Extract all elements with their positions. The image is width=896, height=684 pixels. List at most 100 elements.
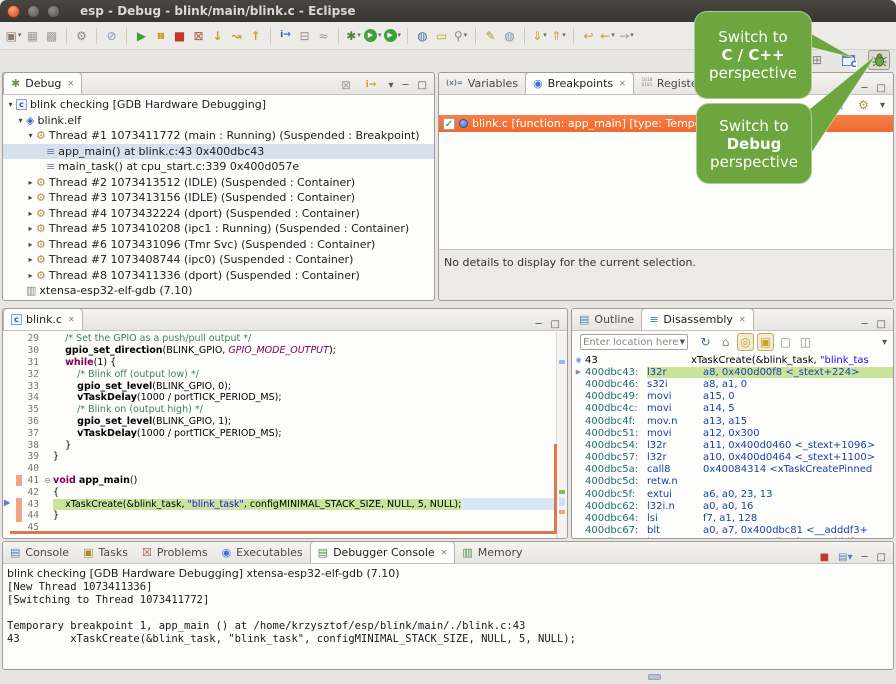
debug-tree-item[interactable]: ▾cblink checking [GDB Hardware Debugging…	[3, 97, 434, 113]
code-line[interactable]: 41⊖void app_main()	[3, 475, 567, 487]
tab-variables[interactable]: (x)= Variables	[439, 72, 525, 94]
window-minimize-button[interactable]	[27, 5, 40, 18]
code-line[interactable]: 37 vTaskDelay(1000 / portTICK_PERIOD_MS)…	[3, 427, 567, 439]
minimize-view-icon[interactable]: ─	[403, 80, 409, 91]
debug-tree-item[interactable]: ▾⚙Thread #1 1073411772 (main : Running) …	[3, 128, 434, 144]
code-line[interactable]: 35 /* Blink on (output high) */	[3, 404, 567, 416]
breakpoint-row[interactable]: ✓ blink.c [function: app_main] [type: Te…	[439, 115, 893, 132]
disassembly-row[interactable]: 400dbc5d:retw.n	[572, 476, 893, 488]
debug-tree-item[interactable]: ▸⚙Thread #7 1073408744 (ipc0) (Suspended…	[3, 252, 434, 268]
debug-tree-item[interactable]: ▸⚙Thread #8 1073411336 (dport) (Suspende…	[3, 268, 434, 284]
run-launch-icon[interactable]: ▶▾	[364, 27, 382, 45]
disassembly-row[interactable]: 400dbc57:l32ra10, 0x400d0464 <_stext+110…	[572, 452, 893, 464]
code-line[interactable]: 45	[3, 522, 567, 534]
debug-tree-item[interactable]: ▥xtensa-esp32-elf-gdb (7.10)	[3, 283, 434, 299]
editor-ruler[interactable]	[3, 357, 16, 369]
disassembly-row[interactable]: 400dbc54:l32ra11, 0x400d0460 <_stext+109…	[572, 439, 893, 451]
remove-terminated-icon[interactable]: ⊠	[337, 76, 354, 94]
code-line[interactable]: 39}	[3, 451, 567, 463]
code-line[interactable]: 44}	[3, 510, 567, 522]
save-all-icon[interactable]: ▩	[43, 27, 60, 45]
debug-tree-item[interactable]: ▾◈blink.elf	[3, 113, 434, 129]
code-line[interactable]: 40	[3, 463, 567, 475]
new-disassembly-view-icon[interactable]: ▢	[777, 333, 794, 351]
expand-arrow-icon[interactable]: ▸	[26, 178, 35, 187]
close-icon[interactable]: ✕	[67, 79, 74, 88]
instruction-toggle-icon[interactable]: i→	[362, 76, 379, 94]
disassembly-content[interactable]: ◉43xTaskCreate(&blink_task, "blink_tas▶4…	[572, 353, 893, 539]
editor-ruler[interactable]	[3, 510, 16, 522]
expand-arrow-icon[interactable]: ▾	[6, 100, 15, 109]
disconnect-icon[interactable]: ⊠	[190, 27, 207, 45]
tab-executables[interactable]: ◉Executables	[215, 541, 310, 563]
disassembly-row[interactable]: ▶400dbc43:l32ra8, 0x400d00f8 <_stext+224…	[572, 366, 893, 378]
step-into-icon[interactable]: ↓	[209, 27, 226, 45]
maximize-view-icon[interactable]: □	[551, 319, 560, 330]
view-menu-icon[interactable]: ▾	[882, 337, 893, 348]
tab-blink-c[interactable]: c blink.c ✕	[3, 308, 83, 330]
next-annotation-icon[interactable]: ⇓▾	[531, 27, 548, 45]
maximize-view-icon[interactable]: □	[877, 83, 886, 94]
skip-all-breakpoints-icon[interactable]: ⊘	[103, 27, 120, 45]
code-line[interactable]: 30 gpio_set_direction(BLINK_GPIO, GPIO_M…	[3, 345, 567, 357]
resume-icon[interactable]: ▶	[133, 27, 150, 45]
editor-ruler[interactable]	[3, 333, 16, 345]
debug-launch-icon[interactable]: ✱▾	[345, 27, 362, 45]
expand-arrow-icon[interactable]: ▸	[26, 193, 35, 202]
expand-arrow-icon[interactable]: ▸	[26, 209, 35, 218]
editor-ruler[interactable]	[3, 451, 16, 463]
suspend-icon[interactable]: ▮▮	[152, 27, 169, 45]
overview-ruler[interactable]	[556, 332, 567, 538]
link-with-debug-icon[interactable]: ⊞	[830, 96, 847, 114]
editor-ruler[interactable]	[3, 486, 16, 498]
disassembly-source-row[interactable]: ◉43xTaskCreate(&blink_task, "blink_tas	[572, 354, 893, 366]
external-tools-icon[interactable]: ▶▾	[384, 27, 402, 45]
debug-tree-item[interactable]: ≡main_task() at cpu_start.c:339 0x400d05…	[3, 159, 434, 175]
tab-debug[interactable]: ✱ Debug ✕	[3, 72, 82, 94]
new-wizard-icon[interactable]: ▣▾	[5, 27, 22, 45]
maximize-view-icon[interactable]: □	[877, 552, 886, 563]
tab-disassembly[interactable]: ≡ Disassembly ✕	[641, 308, 753, 330]
expand-arrow-icon[interactable]: ▸	[26, 255, 35, 264]
drop-to-frame-icon[interactable]: ⊟	[296, 27, 313, 45]
open-resource-icon[interactable]: ▭	[433, 27, 450, 45]
step-over-icon[interactable]: ↝	[228, 27, 245, 45]
tab-breakpoints[interactable]: ◉ Breakpoints ✕	[525, 72, 634, 94]
minimize-view-icon[interactable]: ─	[536, 319, 542, 330]
disassembly-row[interactable]: 400dbc49:movia15, 0	[572, 391, 893, 403]
maximize-view-icon[interactable]: □	[418, 80, 427, 91]
code-line[interactable]: 36 gpio_set_level(BLINK_GPIO, 1);	[3, 416, 567, 428]
code-line[interactable]: 33 gpio_set_level(BLINK_GPIO, 0);	[3, 380, 567, 392]
breakpoint-checkbox[interactable]: ✓	[443, 118, 455, 130]
minimize-view-icon[interactable]: ─	[862, 83, 868, 94]
editor-ruler[interactable]	[3, 392, 16, 404]
editor-ruler[interactable]	[3, 345, 16, 357]
disassembly-row[interactable]: 400dbc46:s32ia8, a1, 0	[572, 378, 893, 390]
debug-tree-item[interactable]: ▸⚙Thread #4 1073432224 (dport) (Suspende…	[3, 206, 434, 222]
disassembly-row[interactable]: 400dbc5a:call80x40084314 <xTaskCreatePin…	[572, 464, 893, 476]
minimize-view-icon[interactable]: ─	[862, 552, 868, 563]
close-icon[interactable]: ✕	[739, 315, 746, 324]
editor-ruler[interactable]	[3, 404, 16, 416]
expand-arrow-icon[interactable]: ▸	[26, 271, 35, 280]
previous-annotation-icon[interactable]: ⇑▾	[550, 27, 567, 45]
step-filters-icon[interactable]: ≈	[315, 27, 332, 45]
disassembly-row[interactable]: 400dbc67:blta0, a7, 0x400dbc81 <__adddf3…	[572, 525, 893, 537]
search-icon[interactable]: ⚲▾	[452, 27, 469, 45]
code-line[interactable]: 32 /* Blink off (output low) */	[3, 368, 567, 380]
code-line[interactable]: 34 vTaskDelay(1000 / portTICK_PERIOD_MS)…	[3, 392, 567, 404]
debug-tree-item[interactable]: ▸⚙Thread #3 1073413156 (IDLE) (Suspended…	[3, 190, 434, 206]
console-terminate-icon[interactable]: ■	[820, 552, 829, 563]
minimize-view-icon[interactable]: ─	[862, 319, 868, 330]
view-menu-icon[interactable]: ▾	[388, 80, 393, 91]
editor-ruler[interactable]	[3, 463, 16, 475]
tab-tasks[interactable]: ▣Tasks	[76, 541, 135, 563]
disassembly-row[interactable]: 400dbc4f:mov.na13, a15	[572, 415, 893, 427]
link-pc-icon[interactable]: ◎	[737, 333, 754, 351]
tab-debugger-console[interactable]: ▤Debugger Console✕	[310, 541, 456, 563]
code-line[interactable]: 31 while(1) {	[3, 357, 567, 369]
editor-ruler[interactable]	[3, 368, 16, 380]
tab-problems[interactable]: ☒Problems	[135, 541, 215, 563]
debug-tree-item[interactable]: ▸⚙Thread #2 1073413512 (IDLE) (Suspended…	[3, 175, 434, 191]
code-line[interactable]: 38 }	[3, 439, 567, 451]
